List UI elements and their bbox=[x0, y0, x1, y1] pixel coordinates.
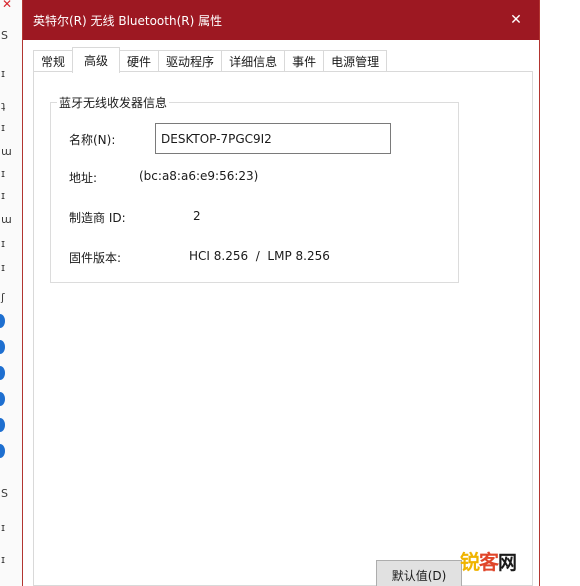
background-glyph: ɪ bbox=[1, 237, 6, 250]
background-glyph: ɪ bbox=[1, 67, 6, 80]
tab-driver[interactable]: 驱动程序 bbox=[158, 50, 223, 72]
firmware-version-label: 固件版本: bbox=[69, 251, 122, 265]
watermark-part: 客 bbox=[479, 550, 499, 574]
properties-dialog: 英特尔(R) 无线 Bluetooth(R) 属性 ✕ 常规 高级 硬件 驱动程… bbox=[22, 0, 540, 586]
background-bullet-icon bbox=[0, 340, 5, 354]
background-glyph: ɯ bbox=[1, 145, 12, 158]
background-glyph: ɪ bbox=[1, 521, 6, 534]
tab-details[interactable]: 详细信息 bbox=[221, 50, 286, 72]
name-label: 名称(N): bbox=[69, 133, 116, 147]
background-close-icon: ✕ bbox=[2, 0, 13, 11]
background-glyph: ɪ bbox=[1, 553, 6, 566]
background-glyph: ɪ bbox=[1, 167, 6, 180]
tab-power-management[interactable]: 电源管理 bbox=[323, 50, 388, 72]
firmware-version-value: HCI 8.256 / LMP 8.256 bbox=[189, 249, 330, 263]
window-title: 英特尔(R) 无线 Bluetooth(R) 属性 bbox=[33, 14, 223, 28]
dialog-body: 常规 高级 硬件 驱动程序 详细信息 事件 电源管理 蓝牙无线收发器信息 名称(… bbox=[23, 40, 539, 586]
background-glyph: S bbox=[1, 29, 8, 42]
background-bullet-icon bbox=[0, 392, 5, 406]
background-glyph: ɪ bbox=[1, 189, 6, 202]
background-glyph: ɪ bbox=[1, 121, 6, 134]
background-bullet-icon bbox=[0, 444, 5, 458]
background-bullet-icon bbox=[0, 418, 5, 432]
address-value: (bc:a8:a6:e9:56:23) bbox=[139, 169, 259, 183]
watermark-part: 锐 bbox=[460, 550, 480, 574]
radio-info-groupbox: 蓝牙无线收发器信息 名称(N): 地址: (bc:a8:a6:e9:56:23)… bbox=[50, 94, 459, 283]
address-label: 地址: bbox=[69, 171, 98, 185]
groupbox-title: 蓝牙无线收发器信息 bbox=[57, 94, 170, 111]
background-bullet-icon bbox=[0, 366, 5, 380]
device-name-input[interactable] bbox=[155, 123, 391, 154]
watermark-part: 网 bbox=[498, 552, 517, 574]
advanced-tab-panel: 蓝牙无线收发器信息 名称(N): 地址: (bc:a8:a6:e9:56:23)… bbox=[33, 71, 533, 586]
manufacturer-id-label: 制造商 ID: bbox=[69, 211, 126, 225]
background-glyph: ʃ bbox=[1, 291, 5, 304]
tab-hardware[interactable]: 硬件 bbox=[119, 50, 160, 72]
background-glyph: ʇ bbox=[1, 99, 6, 112]
background-glyph: ɪ bbox=[1, 261, 6, 274]
titlebar[interactable]: 英特尔(R) 无线 Bluetooth(R) 属性 ✕ bbox=[23, 0, 539, 40]
tab-advanced[interactable]: 高级 bbox=[72, 47, 121, 73]
background-bullet-icon bbox=[0, 314, 5, 328]
background-glyph: S bbox=[1, 487, 8, 500]
tab-general[interactable]: 常规 bbox=[33, 50, 74, 72]
tab-events[interactable]: 事件 bbox=[284, 50, 325, 72]
restore-defaults-button[interactable]: 默认值(D) bbox=[376, 560, 462, 586]
manufacturer-id-value: 2 bbox=[193, 209, 201, 223]
watermark-logo: 锐客网 bbox=[460, 546, 517, 575]
tab-strip: 常规 高级 硬件 驱动程序 详细信息 事件 电源管理 bbox=[33, 47, 388, 73]
background-glyph: ɯ bbox=[1, 213, 12, 226]
close-icon[interactable]: ✕ bbox=[493, 0, 539, 40]
background-window-strip: ✕ S ɪ ʇ ɪ ɯ ɪ ɪ ɯ ɪ ɪ ʃ S ɪ ɪ bbox=[0, 0, 22, 586]
